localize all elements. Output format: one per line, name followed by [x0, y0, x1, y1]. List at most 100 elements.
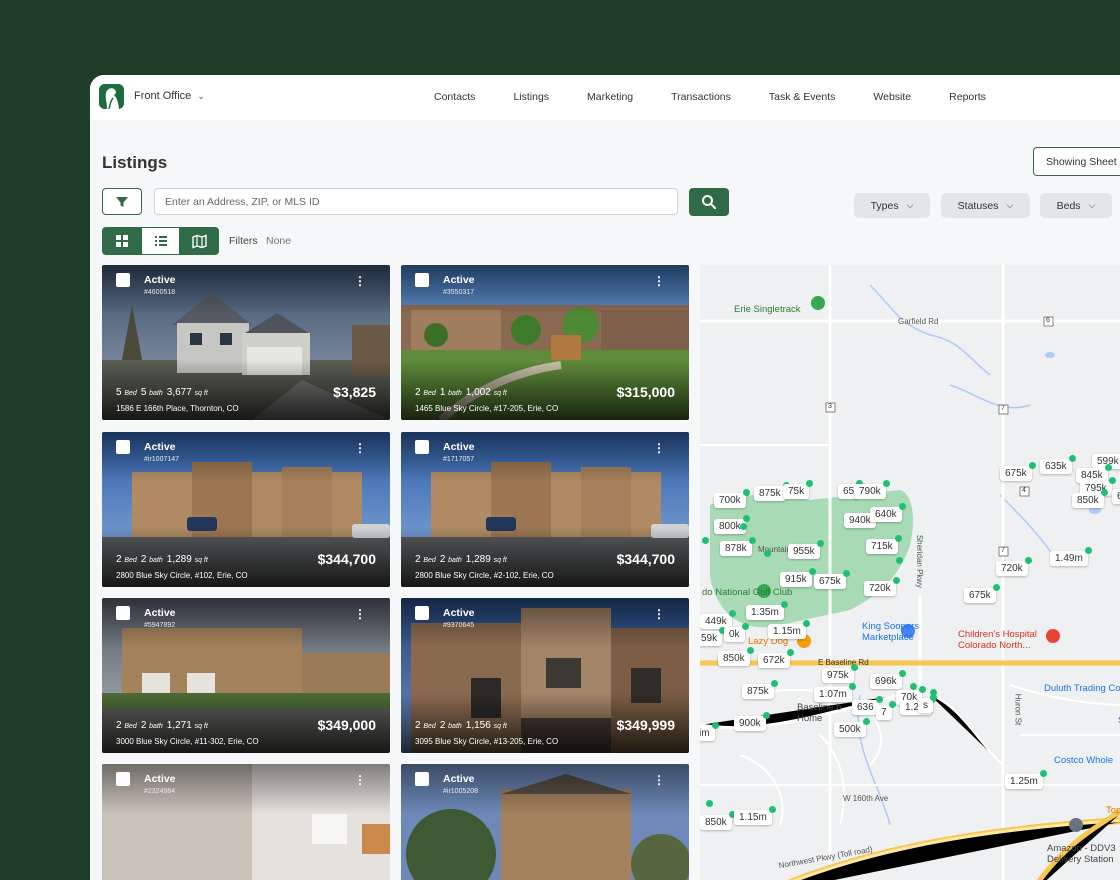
price-marker[interactable]: 850k: [1072, 489, 1108, 508]
more-options-icon[interactable]: ⋮: [354, 441, 366, 455]
price-marker[interactable]: 1.49m: [1050, 547, 1092, 566]
price-marker[interactable]: 875k: [754, 482, 790, 501]
grid-view-button[interactable]: [102, 227, 141, 255]
price-marker[interactable]: 715k: [866, 535, 902, 554]
place-baseline[interactable]: Baseline b Home: [797, 702, 857, 724]
select-checkbox[interactable]: [116, 440, 130, 454]
listings-map[interactable]: Erie Singletrack King Soopers Marketplac…: [700, 265, 1120, 880]
select-checkbox[interactable]: [415, 606, 429, 620]
listing-status: Active: [144, 607, 176, 619]
price-marker[interactable]: 720k: [864, 577, 900, 596]
price-marker[interactable]: im: [700, 722, 719, 741]
listing-card[interactable]: Active #5947892 ⋮ 2 Bed 2 bath 1,271 sq ft…: [102, 598, 390, 753]
listing-card[interactable]: Active #1717057 ⋮ 2 Bed 2 bath 1,289 sq ft…: [401, 432, 689, 587]
price-marker[interactable]: 850k: [718, 647, 754, 666]
price-marker[interactable]: 915k: [780, 568, 816, 587]
listing-dot[interactable]: [896, 557, 903, 564]
price-marker[interactable]: 1.35m: [746, 601, 788, 620]
nav-reports[interactable]: Reports: [949, 91, 986, 103]
price-marker[interactable]: 640k: [870, 503, 906, 522]
nav-website[interactable]: Website: [873, 91, 911, 103]
select-checkbox[interactable]: [415, 440, 429, 454]
price-marker[interactable]: 878k: [720, 537, 756, 556]
more-options-icon[interactable]: ⋮: [653, 441, 665, 455]
price-marker[interactable]: 635k: [1040, 455, 1076, 474]
nav-tasks-events[interactable]: Task & Events: [769, 91, 836, 103]
listing-dot[interactable]: [706, 800, 713, 807]
nav-listings[interactable]: Listings: [513, 91, 549, 103]
workspace-switcher[interactable]: Front Office ⌄: [134, 90, 205, 102]
marker-price: 672k: [763, 655, 785, 666]
app-logo[interactable]: [99, 84, 124, 109]
price-marker[interactable]: 672k: [758, 649, 794, 668]
more-options-icon[interactable]: ⋮: [653, 773, 665, 787]
listing-dot[interactable]: [702, 537, 709, 544]
search-button[interactable]: [689, 188, 729, 216]
price-marker[interactable]: 1.15m: [768, 620, 810, 639]
place-golf-club[interactable]: do National Golf Club: [702, 587, 792, 598]
nav-transactions[interactable]: Transactions: [671, 91, 731, 103]
price-marker[interactable]: 0k: [724, 623, 749, 642]
price-marker[interactable]: 7: [876, 701, 896, 720]
listing-card[interactable]: Active #3550317 ⋮ 2 Bed 1 bath 1,002 sq ft…: [401, 265, 689, 420]
listing-dot[interactable]: [910, 683, 917, 690]
price-marker[interactable]: 975k: [822, 664, 858, 683]
price-marker[interactable]: 675k: [1000, 462, 1036, 481]
listing-dot[interactable]: [764, 550, 771, 557]
price-marker[interactable]: 500k: [834, 718, 870, 737]
price-marker[interactable]: 1.07m: [814, 683, 856, 702]
price-marker[interactable]: 696k: [870, 670, 906, 689]
price-marker[interactable]: 675k: [814, 570, 850, 589]
price-marker[interactable]: 955k: [788, 540, 824, 559]
beds-dropdown[interactable]: Beds ⌵: [1040, 193, 1112, 218]
price-marker[interactable]: 1.15m: [734, 806, 776, 825]
select-checkbox[interactable]: [415, 772, 429, 786]
place-king-soopers[interactable]: King Soopers Marketplace: [862, 621, 932, 643]
more-options-icon[interactable]: ⋮: [653, 607, 665, 621]
more-options-icon[interactable]: ⋮: [354, 607, 366, 621]
listing-dot[interactable]: [930, 689, 937, 696]
marker-dot: [1039, 770, 1047, 777]
statuses-dropdown[interactable]: Statuses ⌵: [941, 193, 1030, 218]
place-costco[interactable]: Costco Whole: [1054, 755, 1113, 766]
price-marker[interactable]: 790k: [854, 480, 890, 499]
price-marker[interactable]: 65: [1112, 489, 1120, 504]
price-marker[interactable]: 900k: [734, 712, 770, 731]
price-marker[interactable]: 700k: [714, 489, 750, 508]
place-topgolf[interactable]: Topgo: [1106, 805, 1120, 816]
more-options-icon[interactable]: ⋮: [653, 274, 665, 288]
place-duluth-trading[interactable]: Duluth Trading Co: [1044, 683, 1120, 694]
listing-card[interactable]: Active #2324984 ⋮: [102, 764, 390, 880]
listing-card[interactable]: Active #ir1005208 ⋮: [401, 764, 689, 880]
select-checkbox[interactable]: [116, 606, 130, 620]
price-marker[interactable]: 636: [852, 696, 883, 715]
price-marker[interactable]: 720k: [996, 557, 1032, 576]
price-marker[interactable]: 59k: [700, 627, 727, 646]
price-marker[interactable]: s: [918, 694, 937, 713]
more-options-icon[interactable]: ⋮: [354, 274, 366, 288]
price-marker[interactable]: 1.25m: [1005, 770, 1047, 789]
listing-card[interactable]: Active #4600518 ⋮ 5 Bed 5 bath 3,677 sq ft…: [102, 265, 390, 420]
more-options-icon[interactable]: ⋮: [354, 773, 366, 787]
price-marker[interactable]: 850k: [700, 811, 736, 830]
list-view-button[interactable]: [141, 227, 180, 255]
place-erie-singletrack[interactable]: Erie Singletrack: [734, 304, 801, 315]
nav-contacts[interactable]: Contacts: [434, 91, 475, 103]
showing-sheet-button[interactable]: Showing Sheet: [1033, 147, 1120, 176]
price-marker[interactable]: 675k: [964, 584, 1000, 603]
types-dropdown[interactable]: Types ⌵: [854, 193, 930, 218]
price-marker[interactable]: 875k: [742, 680, 778, 699]
select-checkbox[interactable]: [116, 273, 130, 287]
select-checkbox[interactable]: [415, 273, 429, 287]
map-view-button[interactable]: [180, 227, 219, 255]
filter-button[interactable]: [102, 188, 142, 215]
price-marker[interactable]: 75k: [783, 480, 814, 499]
listing-dot[interactable]: [740, 523, 747, 530]
search-input[interactable]: [154, 188, 678, 215]
place-amazon[interactable]: Amazon - DDV3 Delivery Station: [1047, 843, 1120, 865]
listing-card[interactable]: Active #9370645 ⋮ 2 Bed 2 bath 1,156 sq ft…: [401, 598, 689, 753]
select-checkbox[interactable]: [116, 772, 130, 786]
place-childrens-hospital[interactable]: Children's Hospital Colorado North...: [958, 629, 1058, 651]
nav-marketing[interactable]: Marketing: [587, 91, 633, 103]
listing-card[interactable]: Active #ir1007147 ⋮ 2 Bed 2 bath 1,289 sq …: [102, 432, 390, 587]
